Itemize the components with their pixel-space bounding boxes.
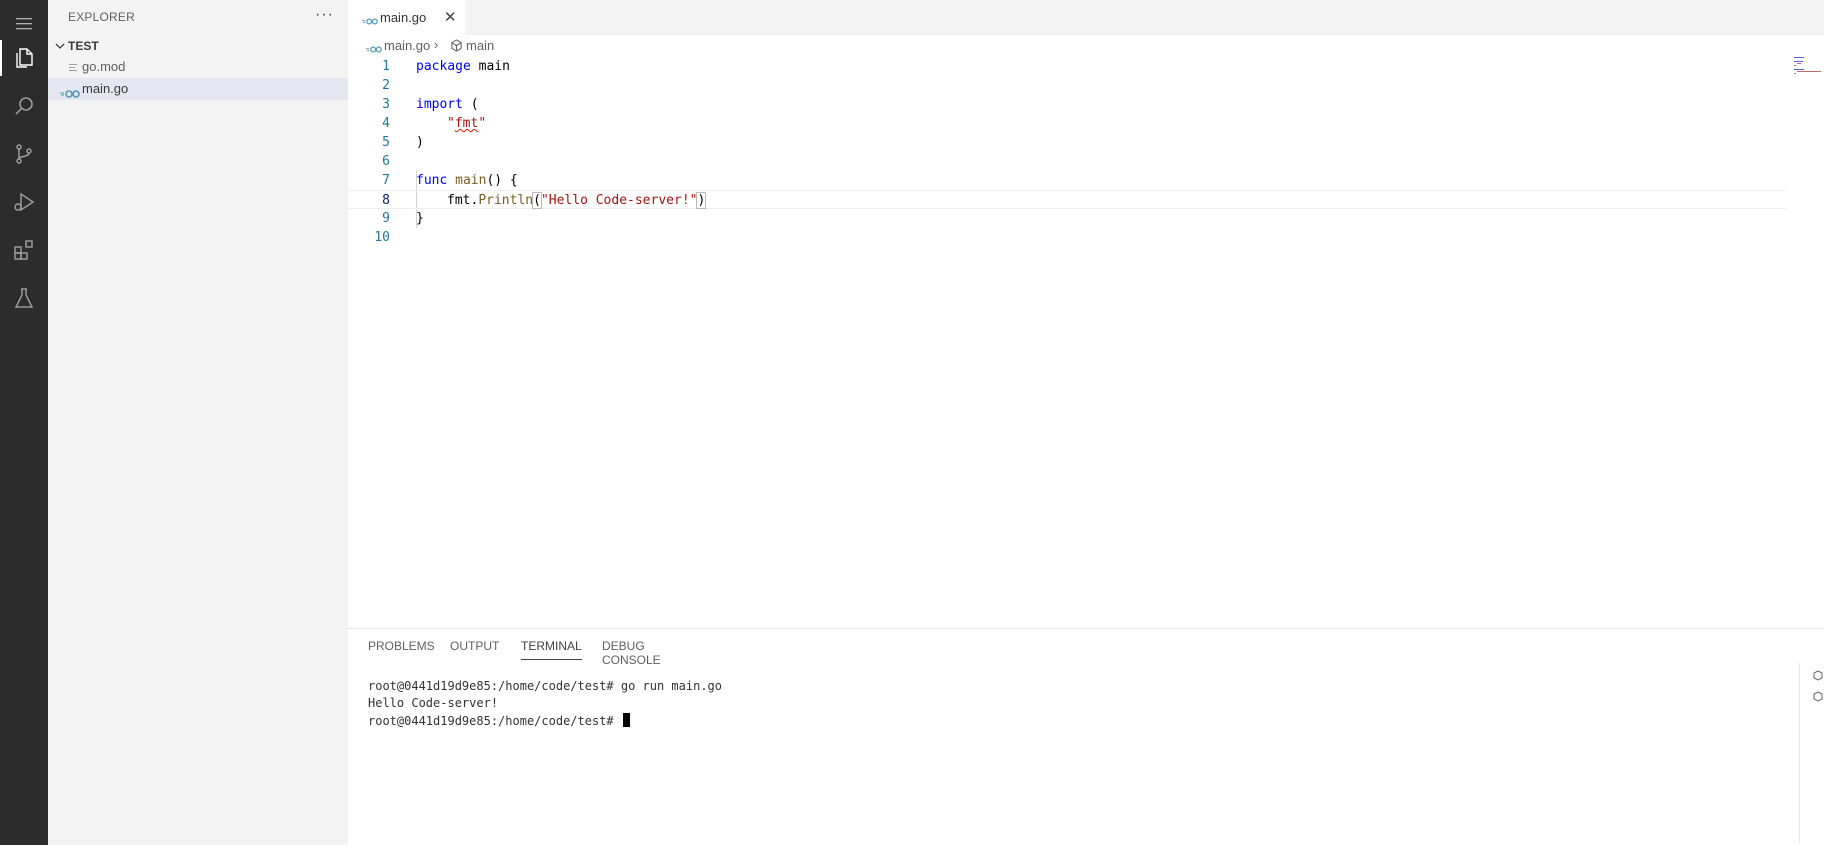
explorer-sidebar: EXPLORER ··· TEST go.mod main.go (48, 0, 348, 845)
bracket-token: ( (532, 192, 542, 209)
terminal-line: root@0441d19d9e85:/home/code/test# go ru… (368, 679, 723, 693)
bracket-token: ) (696, 192, 707, 209)
breadcrumb-file[interactable]: main.go (384, 38, 430, 53)
terminal-scrollbar[interactable] (1799, 663, 1800, 843)
code-line-current: 8 fmt.Println("Hello Code-server!") (348, 190, 1786, 209)
terminal-prompt-line: root@0441d19d9e85:/home/code/test# (368, 713, 722, 730)
breadcrumb-separator: › (434, 37, 439, 52)
terminal-instance-icon[interactable] (1812, 690, 1824, 702)
terminal-prompt: root@0441d19d9e85:/home/code/test# (368, 714, 621, 728)
keyword-token: package (416, 59, 471, 74)
code-line: 7 func main() { (348, 171, 1788, 190)
line-number: 2 (382, 78, 390, 93)
keyword-token: import (416, 97, 463, 112)
line-text: package main (416, 59, 510, 74)
identifier-token: main (470, 59, 510, 74)
file-item-main-go[interactable]: main.go (48, 78, 348, 100)
tab-problems[interactable]: PROBLEMS (368, 639, 435, 659)
run-debug-icon[interactable] (0, 178, 48, 226)
string-token: "Hello Code-server!" (540, 193, 698, 208)
line-number: 3 (382, 97, 390, 112)
close-icon[interactable]: ✕ (444, 8, 457, 26)
package-symbol-icon (450, 39, 463, 55)
file-name: main.go (82, 81, 129, 96)
folder-test[interactable]: TEST (48, 36, 348, 58)
identifier-token: fmt. (447, 193, 479, 208)
go-file-icon (366, 41, 382, 56)
sidebar-title: EXPLORER (68, 10, 135, 24)
line-number: 10 (374, 230, 390, 245)
code-line: 6 (348, 152, 1788, 171)
folder-name: TEST (68, 39, 99, 53)
file-icon (68, 61, 78, 79)
terminal[interactable]: root@0441d19d9e85:/home/code/test# go ru… (368, 679, 722, 730)
bottom-panel: PROBLEMS OUTPUT TERMINAL DEBUG CONSOLE r… (348, 628, 1824, 846)
code-line: 9 } (348, 209, 1788, 228)
function-token: main (455, 173, 487, 188)
chevron-down-icon (54, 39, 66, 57)
string-token: " (447, 116, 455, 131)
line-text: } (416, 211, 424, 226)
string-token: " (478, 116, 487, 131)
line-text: ) (416, 135, 424, 150)
go-file-icon (60, 85, 80, 103)
breadcrumb-symbol[interactable]: main (466, 38, 494, 53)
string-token-error: fmt (454, 116, 479, 131)
line-number: 5 (382, 135, 390, 150)
search-icon[interactable] (0, 82, 48, 130)
activity-bar (0, 0, 48, 845)
sidebar-header: EXPLORER ··· (48, 0, 348, 34)
go-file-icon (362, 12, 378, 30)
testing-icon[interactable] (0, 274, 48, 322)
more-actions-button[interactable]: ··· (315, 6, 334, 24)
explorer-icon[interactable] (0, 34, 48, 82)
tab-output[interactable]: OUTPUT (450, 639, 499, 659)
function-token: Println (478, 193, 534, 208)
paren-token: ( (462, 97, 479, 112)
line-number: 7 (382, 173, 390, 188)
terminal-line: Hello Code-server! (368, 696, 499, 710)
minimap[interactable] (1794, 57, 1824, 97)
code-line: 1 package main (348, 57, 1788, 76)
source-control-icon[interactable] (0, 130, 48, 178)
line-number: 6 (382, 154, 390, 169)
keyword-token: func (416, 173, 448, 188)
file-name: go.mod (82, 59, 126, 74)
line-number: 8 (382, 193, 390, 208)
extensions-icon[interactable] (0, 226, 48, 274)
line-number: 1 (382, 59, 390, 74)
tab-main-go[interactable]: main.go ✕ (348, 0, 466, 35)
tab-terminal[interactable]: TERMINAL (521, 639, 582, 660)
punct-token: () { (486, 173, 518, 188)
terminal-instance-icon[interactable] (1812, 669, 1824, 681)
file-item-go-mod[interactable]: go.mod (48, 56, 348, 78)
line-number: 4 (382, 116, 390, 131)
code-editor[interactable]: 1 package main 2 3 import ( 4 "fmt" 5 ) … (348, 57, 1788, 627)
code-line: 4 "fmt" (348, 114, 1788, 133)
terminal-cursor (622, 713, 630, 727)
line-number: 9 (382, 211, 390, 226)
code-line: 5 ) (348, 133, 1788, 152)
code-line: 10 (348, 228, 1788, 247)
line-text: fmt.Println("Hello Code-server!") (447, 192, 707, 209)
breadcrumb: main.go › main (348, 35, 1748, 57)
line-text: import ( (416, 97, 479, 112)
editor-tab-bar: main.go ✕ (348, 0, 1824, 35)
code-line: 2 (348, 76, 1788, 95)
line-text: func main() { (416, 173, 518, 188)
line-text: "fmt" (447, 116, 486, 131)
tab-label: main.go (380, 10, 427, 25)
tab-debug-console[interactable]: DEBUG CONSOLE (602, 639, 661, 673)
code-line: 3 import ( (348, 95, 1788, 114)
